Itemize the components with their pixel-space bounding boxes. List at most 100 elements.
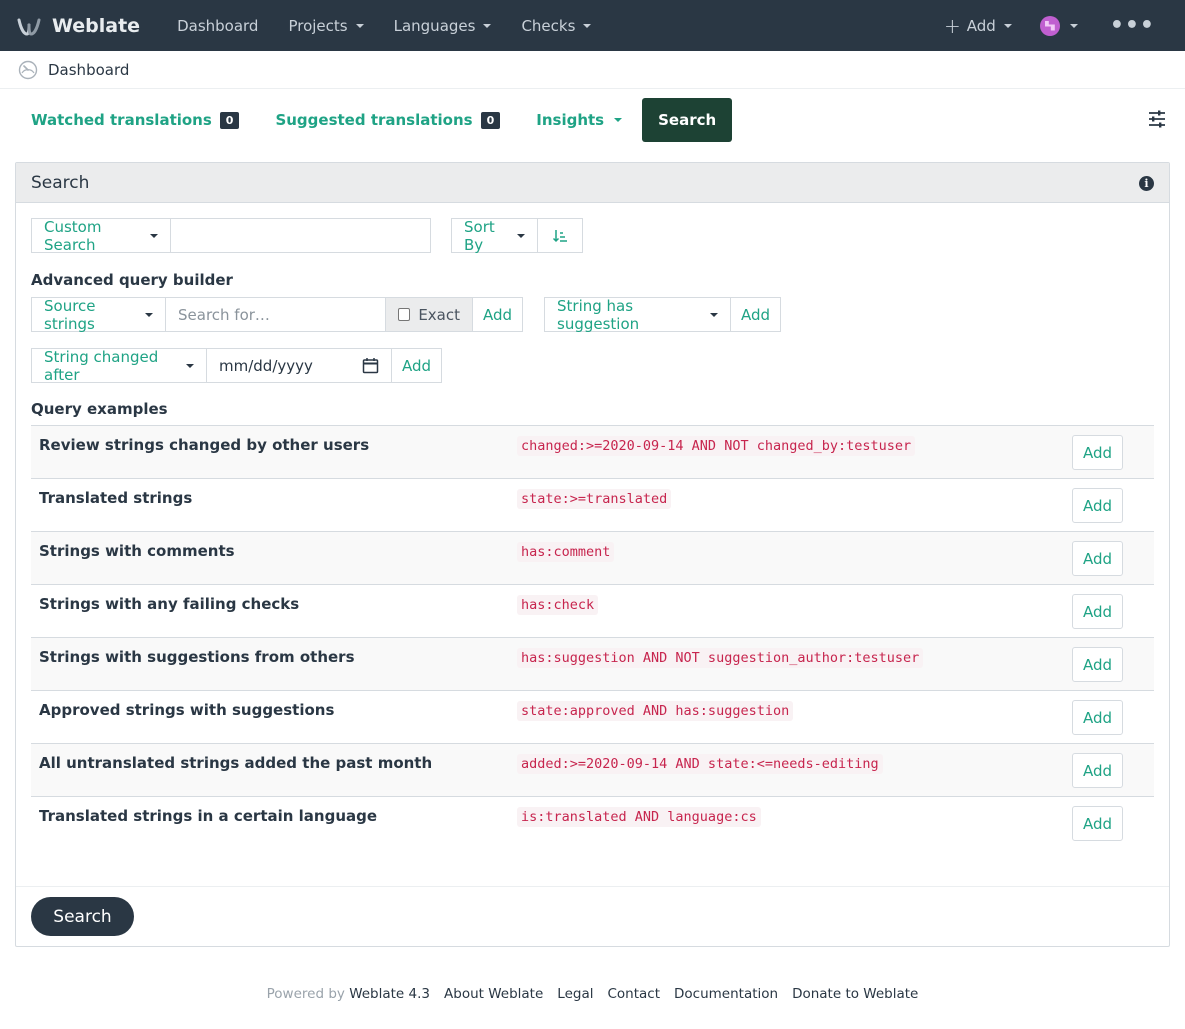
add-example-button[interactable]: Add (1072, 541, 1123, 576)
nav-add-dropdown[interactable]: + Add (930, 16, 1026, 36)
sort-by-dropdown[interactable]: Sort By (451, 217, 538, 254)
string-changed-after-dropdown[interactable]: String changed after (31, 347, 207, 384)
nav-add-label: Add (966, 16, 996, 35)
source-strings-group: Source strings Search for… Exact Add (31, 296, 523, 333)
watched-count-badge: 0 (219, 111, 240, 129)
calendar-icon[interactable] (362, 357, 379, 374)
page-footer: Powered by Weblate 4.3 About Weblate Leg… (0, 986, 1185, 1002)
example-query: state:approved AND has:suggestion (517, 701, 794, 721)
query-input[interactable] (170, 218, 431, 253)
sort-group: Sort By (451, 217, 583, 254)
brand-link[interactable]: Weblate (16, 13, 140, 39)
info-icon[interactable]: i (1139, 176, 1154, 191)
tab-search[interactable]: Search (642, 98, 733, 142)
sliders-settings-icon[interactable] (1147, 109, 1167, 129)
table-row: Strings with any failing checks has:chec… (31, 584, 1154, 637)
add-example-button[interactable]: Add (1072, 594, 1123, 629)
exact-checkbox[interactable] (398, 308, 411, 321)
tab-suggested-translations[interactable]: Suggested translations 0 (259, 98, 516, 142)
add-label: Add (482, 305, 513, 324)
caret-down-icon (583, 23, 592, 28)
table-row: Strings with comments has:comment Add (31, 531, 1154, 584)
table-row: All untranslated strings added the past … (31, 743, 1154, 796)
search-for-input[interactable]: Search for… (165, 297, 386, 332)
breadcrumb: Dashboard (0, 51, 1185, 89)
exact-checkbox-addon[interactable]: Exact (385, 297, 473, 332)
tab-search-label: Search (658, 111, 717, 129)
source-strings-dropdown[interactable]: Source strings (31, 296, 166, 333)
caret-down-icon (483, 23, 492, 28)
example-name: Approved strings with suggestions (39, 701, 335, 719)
footer-about-link[interactable]: About Weblate (444, 986, 543, 1002)
add-suggestion-query-button[interactable]: Add (730, 297, 781, 332)
sort-by-label: Sort By (464, 217, 495, 254)
brand-name: Weblate (52, 14, 141, 37)
caret-down-icon (355, 23, 364, 28)
add-example-button[interactable]: Add (1072, 700, 1123, 735)
source-strings-label: Source strings (44, 296, 96, 333)
nav-right: + Add ••• (930, 0, 1169, 51)
more-menu-icon[interactable]: ••• (1092, 13, 1169, 38)
nav-projects-label: Projects (288, 16, 348, 35)
suggestion-group: String has suggestion Add (544, 297, 781, 333)
add-example-button[interactable]: Add (1072, 647, 1123, 682)
example-name: Strings with suggestions from others (39, 648, 355, 666)
suggested-count-badge: 0 (480, 111, 501, 129)
nav-dashboard[interactable]: Dashboard (162, 0, 273, 51)
tab-insights-label: Insights (536, 111, 605, 129)
add-label: Add (401, 356, 432, 375)
caret-down-icon (186, 363, 194, 368)
nav-languages-label: Languages (393, 16, 476, 35)
add-example-button[interactable]: Add (1072, 806, 1123, 841)
add-example-button[interactable]: Add (1072, 488, 1123, 523)
example-name: Translated strings (39, 489, 193, 507)
add-example-button[interactable]: Add (1072, 753, 1123, 788)
advanced-query-builder-label: Advanced query builder (31, 271, 233, 289)
tab-insights-dropdown[interactable]: Insights (520, 98, 638, 142)
footer-donate-link[interactable]: Donate to Weblate (792, 986, 918, 1002)
weblate-version-link[interactable]: Weblate 4.3 (349, 986, 430, 1002)
powered-by: Powered by Weblate 4.3 (267, 986, 430, 1002)
add-date-query-button[interactable]: Add (391, 348, 442, 383)
string-changed-after-label: String changed after (44, 347, 159, 384)
add-label: Add (740, 305, 771, 324)
search-panel: Search i Custom Search Sort By Advanced … (15, 162, 1170, 947)
nav-projects-dropdown[interactable]: Projects (273, 0, 378, 51)
caret-down-icon (517, 233, 525, 238)
nav-languages-dropdown[interactable]: Languages (379, 0, 507, 51)
example-query: has:suggestion AND NOT suggestion_author… (517, 648, 924, 668)
search-submit-button[interactable]: Search (31, 897, 134, 936)
footer-documentation-link[interactable]: Documentation (674, 986, 778, 1002)
builder-row-2: String changed after mm/dd/yyyy Add (31, 347, 442, 384)
date-placeholder: mm/dd/yyyy (219, 356, 313, 375)
top-navbar: Weblate Dashboard Projects Languages Che… (0, 0, 1185, 51)
example-query: changed:>=2020-09-14 AND NOT changed_by:… (517, 436, 916, 456)
caret-down-icon (614, 118, 623, 122)
plus-icon: + (944, 13, 961, 38)
table-row: Strings with suggestions from others has… (31, 637, 1154, 690)
custom-search-dropdown[interactable]: Custom Search (31, 218, 171, 254)
tab-watched-label: Watched translations (31, 111, 212, 129)
footer-contact-link[interactable]: Contact (607, 986, 660, 1002)
panel-footer: Search (16, 886, 1169, 947)
sort-direction-button[interactable] (537, 218, 583, 253)
example-name: All untranslated strings added the past … (39, 754, 433, 772)
string-has-suggestion-dropdown[interactable]: String has suggestion (544, 297, 731, 333)
tab-suggested-label: Suggested translations (275, 111, 473, 129)
tab-watched-translations[interactable]: Watched translations 0 (15, 98, 255, 142)
footer-legal-link[interactable]: Legal (557, 986, 593, 1002)
add-example-button[interactable]: Add (1072, 435, 1123, 470)
example-query: state:>=translated (517, 489, 672, 509)
nav-checks-dropdown[interactable]: Checks (506, 0, 606, 51)
caret-down-icon (710, 312, 718, 317)
date-input[interactable]: mm/dd/yyyy (206, 348, 392, 383)
example-query: added:>=2020-09-14 AND state:<=needs-edi… (517, 754, 883, 774)
add-source-query-button[interactable]: Add (472, 297, 523, 332)
table-row: Approved strings with suggestions state:… (31, 690, 1154, 743)
breadcrumb-dashboard[interactable]: Dashboard (48, 61, 129, 79)
weblate-logo-icon (17, 18, 41, 36)
avatar (1039, 15, 1060, 36)
user-menu-dropdown[interactable] (1026, 15, 1092, 36)
example-name: Strings with any failing checks (39, 595, 300, 613)
example-name: Translated strings in a certain language (39, 807, 378, 825)
